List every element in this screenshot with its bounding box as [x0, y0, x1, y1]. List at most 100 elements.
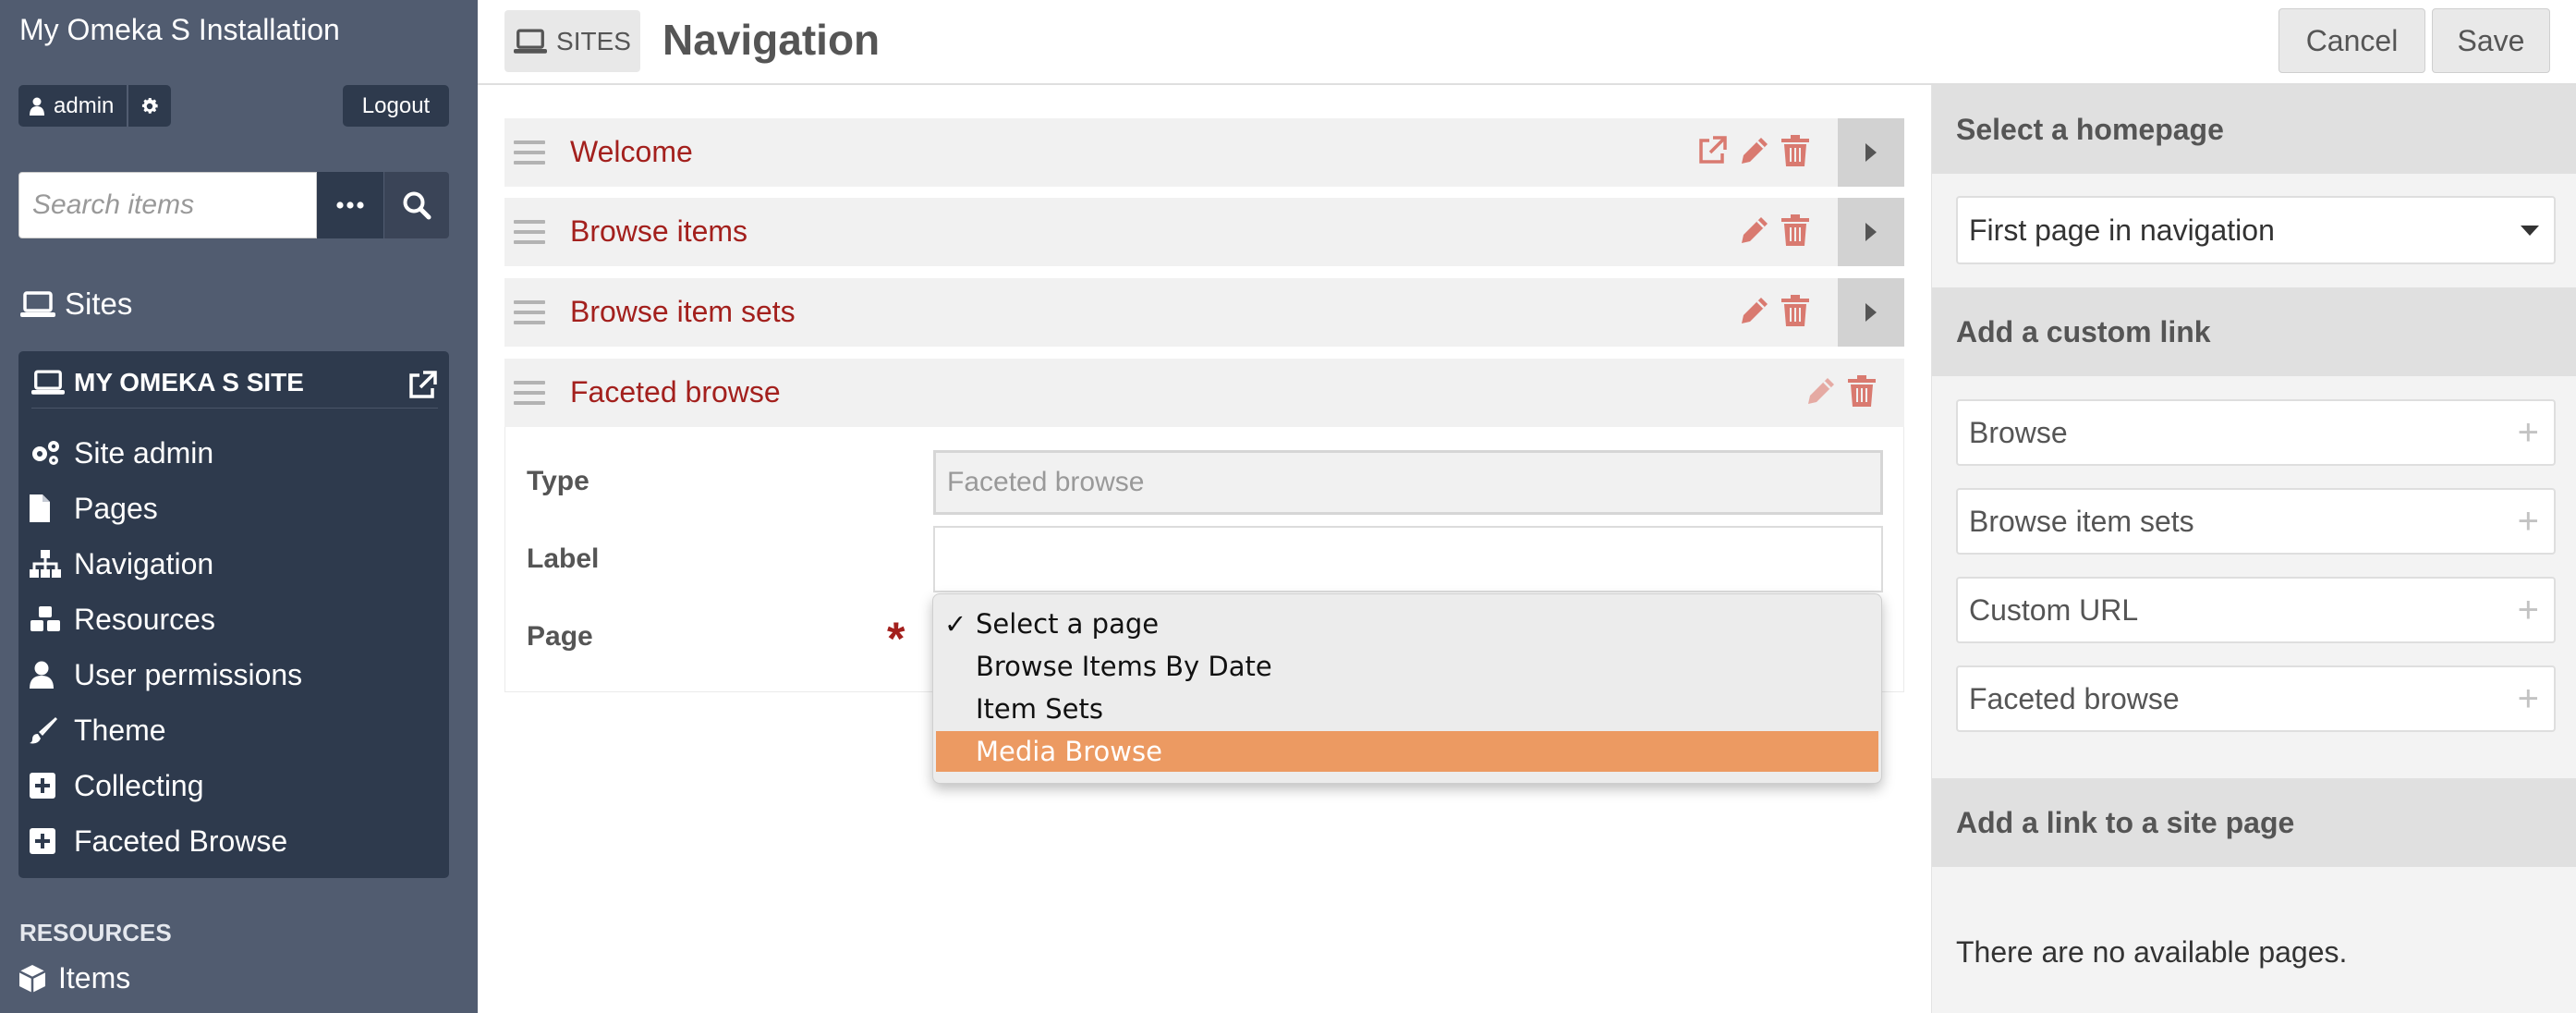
homepage-select-value: First page in navigation: [1969, 213, 2275, 247]
row-actions: [1739, 214, 1809, 246]
laptop-icon: [31, 370, 65, 395]
label-field[interactable]: [933, 526, 1883, 592]
breadcrumb-sites[interactable]: SITES: [504, 10, 640, 72]
site-menu: Site admin Pages Navigation Resources Us…: [30, 425, 302, 869]
laptop-icon: [20, 291, 55, 317]
cubes-icon: [30, 606, 60, 631]
laptop-icon: [514, 29, 548, 54]
custom-link-heading: Add a custom link: [1932, 287, 2576, 376]
add-browse-link-button[interactable]: Browse +: [1956, 399, 2556, 466]
resources-heading: RESOURCES: [19, 919, 172, 946]
plus-square-icon: [30, 773, 55, 799]
chevron-down-icon: [2521, 226, 2539, 236]
homepage-heading: Select a homepage: [1932, 85, 2576, 174]
nav-link-label[interactable]: Welcome: [570, 135, 693, 169]
pencil-icon[interactable]: [1739, 135, 1770, 166]
add-browse-item-sets-link-button[interactable]: Browse item sets +: [1956, 488, 2556, 555]
installation-title[interactable]: My Omeka S Installation: [19, 13, 340, 47]
add-faceted-browse-link-button[interactable]: Faceted browse +: [1956, 665, 2556, 732]
menu-item-user-permissions[interactable]: User permissions: [30, 647, 302, 702]
page-label: Page: [527, 621, 593, 652]
site-name[interactable]: MY OMEKA S SITE: [74, 368, 304, 397]
option-label: Browse Items By Date: [976, 651, 1272, 682]
search-input[interactable]: [18, 172, 317, 238]
caret-right-icon: [1865, 143, 1877, 162]
plus-square-icon: [30, 828, 55, 854]
menu-item-navigation[interactable]: Navigation: [30, 536, 302, 592]
add-custom-url-link-button[interactable]: Custom URL +: [1956, 577, 2556, 643]
menu-item-resources[interactable]: Resources: [30, 592, 302, 647]
plus-icon: +: [2517, 590, 2539, 630]
type-label: Type: [527, 466, 589, 496]
search-icon: [403, 191, 431, 220]
user-settings-button[interactable]: [128, 85, 172, 127]
pencil-icon[interactable]: [1739, 295, 1770, 326]
page-option[interactable]: ✓ Select a page: [933, 604, 1881, 644]
brush-icon: [30, 717, 57, 744]
drag-handle-icon[interactable]: [514, 140, 545, 165]
homepage-select[interactable]: First page in navigation: [1956, 196, 2556, 264]
required-indicator: *: [887, 613, 905, 665]
row-actions: [1739, 295, 1809, 326]
type-field: Faceted browse: [933, 450, 1883, 515]
sitemap-icon: [30, 550, 61, 578]
nav-link-label[interactable]: Faceted browse: [570, 375, 781, 409]
page-option[interactable]: Item Sets: [933, 689, 1881, 729]
option-label: Media Browse: [976, 736, 1162, 767]
menu-item-faceted-browse[interactable]: Faceted Browse: [30, 813, 302, 869]
option-label: Select a page: [976, 608, 1160, 640]
sites-label: Sites: [65, 287, 133, 321]
sites-link[interactable]: Sites: [20, 287, 132, 322]
external-link-icon[interactable]: [1696, 135, 1728, 166]
trash-icon[interactable]: [1781, 214, 1809, 246]
page-option-highlighted[interactable]: Media Browse: [936, 731, 1878, 772]
plus-icon: +: [2517, 412, 2539, 453]
label-label: Label: [527, 543, 600, 574]
save-button[interactable]: Save: [2432, 8, 2550, 73]
external-link-icon[interactable]: [407, 370, 438, 401]
drag-handle-icon[interactable]: [514, 300, 545, 324]
drag-handle-icon[interactable]: [514, 220, 545, 244]
page-select-dropdown[interactable]: ✓ Select a page Browse Items By Date Ite…: [932, 593, 1882, 784]
breadcrumb-label: SITES: [556, 26, 631, 55]
search-button[interactable]: [383, 172, 449, 238]
expand-toggle[interactable]: [1838, 198, 1904, 266]
menu-item-collecting[interactable]: Collecting: [30, 758, 302, 813]
nav-link-row-expanded: Faceted browse: [504, 359, 1904, 427]
link-label: Browse item sets: [1969, 504, 2194, 538]
expand-toggle[interactable]: [1838, 118, 1904, 187]
pencil-icon[interactable]: [1739, 214, 1770, 246]
menu-item-site-admin[interactable]: Site admin: [30, 425, 302, 481]
nav-link-label[interactable]: Browse item sets: [570, 295, 796, 329]
row-actions: [1696, 135, 1809, 166]
items-label: Items: [58, 961, 131, 995]
trash-icon[interactable]: [1781, 135, 1809, 166]
user-button[interactable]: admin: [18, 85, 128, 127]
cancel-button[interactable]: Cancel: [2278, 8, 2425, 73]
page-option[interactable]: Browse Items By Date: [933, 646, 1881, 687]
menu-item-theme[interactable]: Theme: [30, 702, 302, 758]
expand-toggle[interactable]: [1838, 278, 1904, 347]
gears-icon: [32, 441, 59, 465]
search-form: [18, 172, 449, 238]
menu-item-label: User permissions: [74, 657, 303, 691]
caret-right-icon: [1865, 223, 1877, 241]
nav-link-row: Welcome: [504, 118, 1904, 187]
drag-handle-icon[interactable]: [514, 381, 545, 405]
nav-link-label[interactable]: Browse items: [570, 214, 747, 249]
items-link[interactable]: Items: [19, 961, 130, 995]
user-icon: [30, 97, 44, 116]
trash-icon[interactable]: [1848, 375, 1876, 407]
advanced-search-button[interactable]: [317, 172, 383, 238]
menu-item-label: Faceted Browse: [74, 824, 288, 858]
page-title: Navigation: [662, 16, 881, 64]
caret-right-icon: [1865, 303, 1877, 322]
pencil-icon[interactable]: [1805, 375, 1837, 407]
logout-button[interactable]: Logout: [343, 85, 449, 127]
cube-icon: [19, 964, 45, 993]
site-header: MY OMEKA S SITE: [31, 366, 438, 409]
menu-item-pages[interactable]: Pages: [30, 481, 302, 536]
page-header: SITES Navigation Cancel Save: [478, 0, 2576, 85]
trash-icon[interactable]: [1781, 295, 1809, 326]
user-bar: admin: [18, 85, 172, 127]
